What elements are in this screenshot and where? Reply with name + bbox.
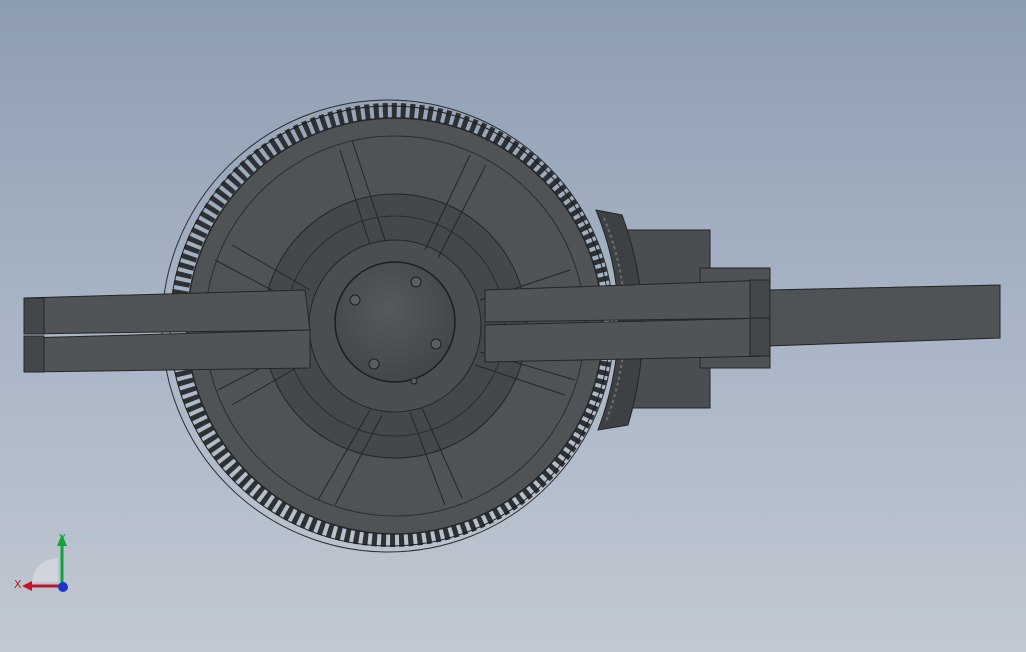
y-axis-label: Y: [58, 532, 66, 545]
z-axis-dot: [58, 582, 68, 592]
left-arms: [23, 289, 311, 373]
graphics-viewport[interactable]: Y X: [0, 0, 1026, 652]
orientation-triad: Y X: [14, 532, 68, 592]
right-arms: [484, 279, 771, 363]
triad-plane: [32, 558, 58, 582]
x-axis-arrow: [22, 581, 32, 591]
x-axis-label: X: [14, 578, 22, 591]
center-hub: [334, 261, 456, 385]
cad-model-view[interactable]: [0, 0, 1026, 652]
